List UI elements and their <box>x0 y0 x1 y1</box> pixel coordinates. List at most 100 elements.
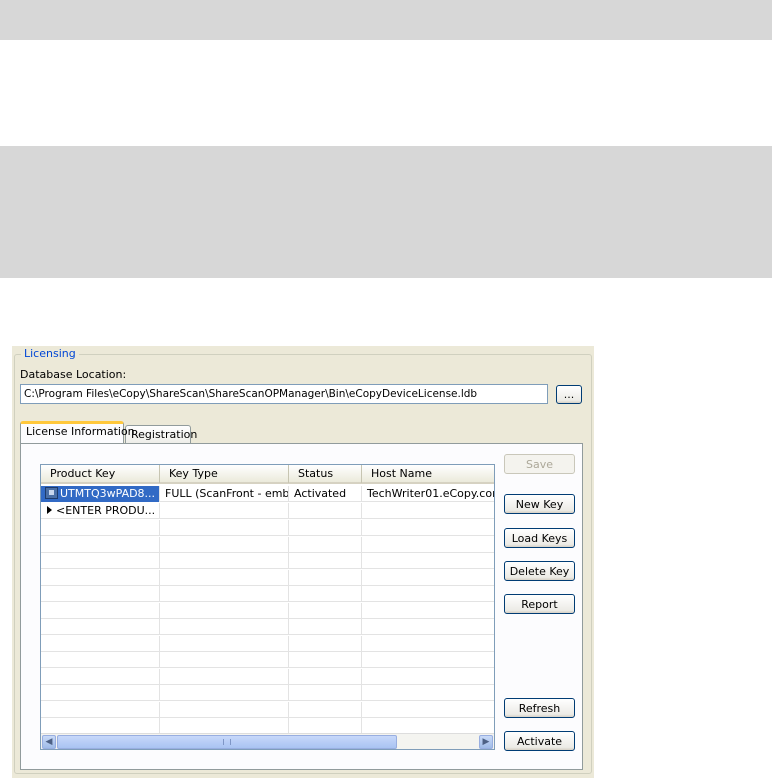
product-key-text: UTMTQ3wPAD8... <box>60 487 156 500</box>
grid-header: Product Key Key Type Status Host Name <box>41 465 494 484</box>
table-row[interactable]: UTMTQ3wPAD8... FULL (ScanFront - emb... … <box>41 486 494 502</box>
empty-cell <box>362 652 494 668</box>
empty-cell <box>362 702 494 718</box>
column-header-product-key[interactable]: Product Key <box>41 465 160 483</box>
empty-cell <box>160 553 289 569</box>
empty-cell <box>160 520 289 536</box>
license-information-page: Product Key Key Type Status Host Name UT… <box>20 443 583 770</box>
row-pointer-icon <box>47 506 52 514</box>
empty-table-row <box>41 635 494 652</box>
empty-cell <box>362 520 494 536</box>
empty-cell <box>160 718 289 734</box>
empty-table-row <box>41 569 494 586</box>
empty-cell <box>41 520 160 536</box>
empty-cell <box>289 668 362 685</box>
browse-button[interactable]: ... <box>556 385 582 404</box>
column-header-status[interactable]: Status <box>289 465 362 483</box>
refresh-button[interactable]: Refresh <box>504 698 575 718</box>
cell-host-name[interactable] <box>362 503 494 519</box>
empty-table-row <box>41 701 494 718</box>
empty-cell <box>41 569 160 586</box>
licensing-group-title: Licensing <box>21 347 79 361</box>
empty-cell <box>289 520 362 536</box>
report-button[interactable]: Report <box>504 594 575 614</box>
scroll-thumb[interactable] <box>57 735 397 749</box>
empty-cell <box>41 553 160 569</box>
empty-cell <box>289 569 362 586</box>
empty-table-row <box>41 652 494 668</box>
empty-cell <box>362 603 494 619</box>
empty-cell <box>160 701 289 718</box>
licensing-groupbox: Licensing Database Location: C:\Program … <box>14 347 592 774</box>
empty-table-row <box>41 668 494 685</box>
empty-table-row <box>41 619 494 635</box>
table-row-new[interactable]: <ENTER PRODU... <box>41 503 494 519</box>
empty-cell <box>41 602 160 619</box>
cell-key-type[interactable]: FULL (ScanFront - emb... <box>160 486 289 502</box>
cell-product-key[interactable]: UTMTQ3wPAD8... <box>41 486 160 502</box>
cell-host-name[interactable]: TechWriter01.eCopy.com <box>362 486 494 502</box>
empty-cell <box>160 652 289 668</box>
empty-table-row <box>41 553 494 569</box>
empty-cell <box>41 685 160 701</box>
middle-gray-band <box>0 146 772 278</box>
empty-cell <box>41 701 160 718</box>
empty-table-row <box>41 520 494 536</box>
empty-cell <box>362 619 494 635</box>
empty-cell <box>289 718 362 734</box>
empty-cell <box>289 602 362 619</box>
horizontal-scrollbar[interactable]: ◀ ▶ <box>41 733 494 749</box>
empty-table-row <box>41 586 494 602</box>
licensing-panel: Licensing Database Location: C:\Program … <box>12 346 594 778</box>
column-header-host-name[interactable]: Host Name <box>362 465 494 483</box>
empty-cell <box>289 619 362 635</box>
empty-cell <box>160 586 289 602</box>
empty-cell <box>160 635 289 652</box>
empty-cell <box>362 636 494 652</box>
empty-cell <box>289 635 362 652</box>
column-header-key-type[interactable]: Key Type <box>160 465 289 483</box>
new-key-button[interactable]: New Key <box>504 494 575 514</box>
empty-cell <box>160 619 289 635</box>
activate-button[interactable]: Activate <box>504 731 575 751</box>
license-grid[interactable]: Product Key Key Type Status Host Name UT… <box>40 464 495 750</box>
empty-cell <box>41 652 160 668</box>
cell-key-type[interactable] <box>160 503 289 519</box>
empty-table-row <box>41 718 494 734</box>
empty-table-row <box>41 602 494 619</box>
empty-cell <box>41 536 160 553</box>
cell-status[interactable] <box>289 503 362 519</box>
key-icon <box>45 487 58 499</box>
top-gray-band <box>0 0 772 40</box>
empty-cell <box>289 586 362 602</box>
empty-cell <box>289 701 362 718</box>
empty-cell <box>160 668 289 685</box>
empty-cell <box>362 553 494 569</box>
empty-cell <box>362 685 494 701</box>
empty-cell <box>362 586 494 602</box>
empty-cell <box>160 536 289 553</box>
empty-table-row <box>41 536 494 553</box>
save-button[interactable]: Save <box>504 454 575 474</box>
empty-table-row <box>41 685 494 701</box>
database-location-field[interactable]: C:\Program Files\eCopy\ShareScan\ShareSc… <box>20 384 548 404</box>
database-location-label: Database Location: <box>20 368 127 381</box>
empty-cell <box>160 569 289 586</box>
empty-cell <box>41 668 160 685</box>
tab-license-information[interactable]: License Information <box>20 421 135 443</box>
empty-cell <box>289 652 362 668</box>
empty-cell <box>362 570 494 586</box>
delete-key-button[interactable]: Delete Key <box>504 561 575 581</box>
empty-cell <box>41 619 160 635</box>
empty-cell <box>362 718 494 734</box>
cell-product-key[interactable]: <ENTER PRODU... <box>41 503 160 519</box>
empty-cell <box>41 718 160 734</box>
scroll-left-button[interactable]: ◀ <box>42 735 56 749</box>
empty-cell <box>289 685 362 701</box>
scroll-right-button[interactable]: ▶ <box>479 735 493 749</box>
empty-cell <box>41 586 160 602</box>
load-keys-button[interactable]: Load Keys <box>504 528 575 548</box>
scroll-grip-icon <box>223 739 231 745</box>
cell-status[interactable]: Activated <box>289 486 362 502</box>
empty-cell <box>362 669 494 685</box>
